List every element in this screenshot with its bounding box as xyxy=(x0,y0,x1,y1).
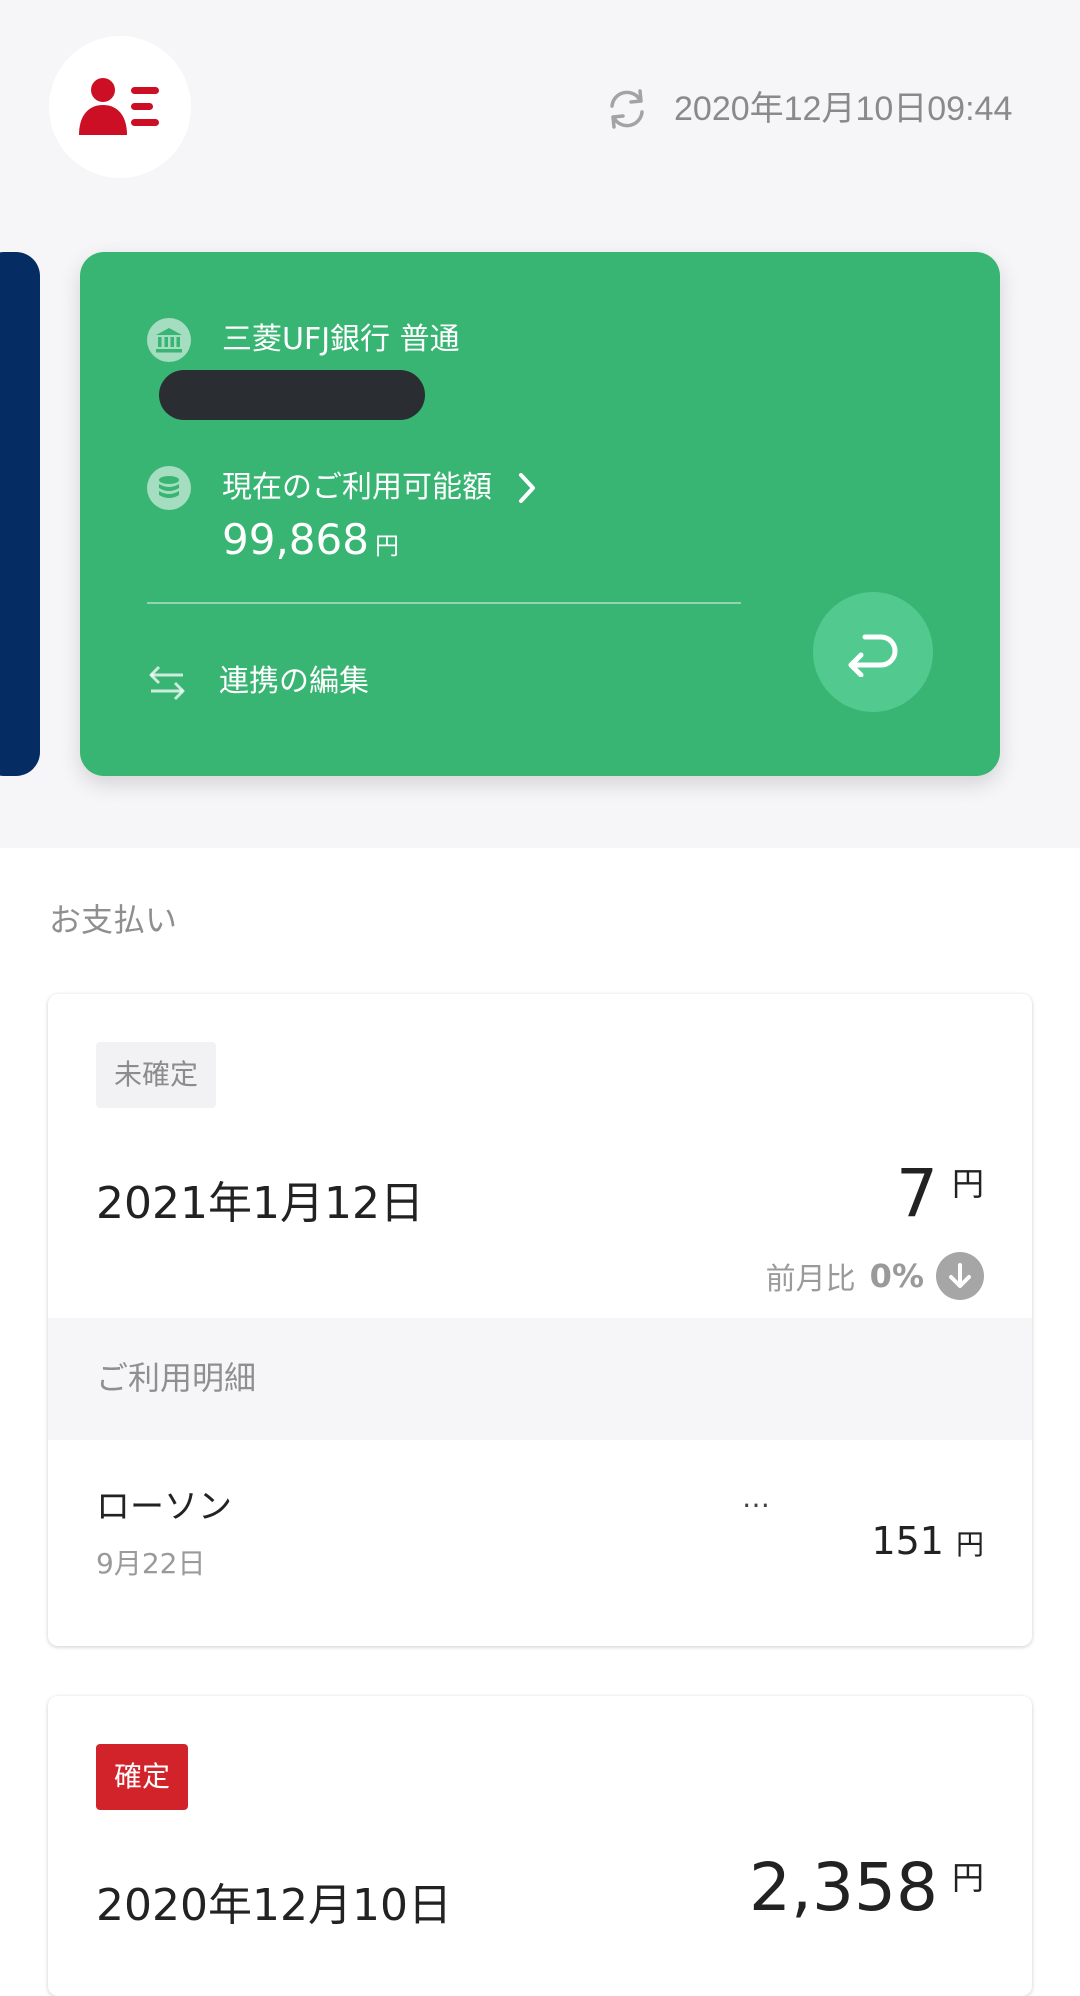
bank-account-name: 三菱UFJ銀行 普通 xyxy=(222,322,460,357)
transaction-date: 9月22日 xyxy=(96,1547,206,1580)
usage-details-label: ご利用明細 xyxy=(96,1359,257,1397)
edit-link-label: 連携の編集 xyxy=(219,664,369,699)
payment-amount-unit: 円 xyxy=(951,1859,984,1897)
return-arrow-icon xyxy=(848,634,898,677)
available-balance-amount: 99,868 円 xyxy=(222,514,399,566)
usage-details-header: ご利用明細 xyxy=(48,1318,1032,1440)
bank-account-card[interactable]: 三菱UFJ銀行 普通 現在のご利用可能額 99,868 円 連携の編集 xyxy=(80,252,1000,776)
arrow-down-icon xyxy=(936,1252,984,1300)
status-badge-confirmed: 確定 xyxy=(96,1744,189,1810)
return-button[interactable] xyxy=(813,592,933,712)
more-options-icon[interactable]: … xyxy=(742,1478,770,1518)
available-balance-link[interactable]: 現在のご利用可能額 xyxy=(222,466,538,510)
account-carousel-area: 2020年12月10日09:44 三菱UFJ銀行 普通 現在のご利用可能額 99… xyxy=(0,0,1080,848)
edit-link-button[interactable]: 連携の編集 xyxy=(147,660,369,704)
transaction-amount-unit: 円 xyxy=(955,1528,984,1561)
payment-amount-value: 7 xyxy=(895,1155,938,1232)
profile-menu-button[interactable] xyxy=(49,36,191,178)
payment-card-confirmed[interactable]: 確定 2020年12月10日 2,358 円 xyxy=(48,1696,1032,1996)
payment-amount-unit: 円 xyxy=(951,1165,984,1203)
coins-icon xyxy=(147,466,191,510)
currency-unit: 円 xyxy=(374,532,399,560)
transaction-row[interactable]: ローソン 9月22日 … 151 円 xyxy=(48,1440,1032,1646)
available-balance-value: 99,868 xyxy=(222,515,369,564)
previous-account-card[interactable] xyxy=(0,252,40,776)
payment-amount: 2,358 円 xyxy=(749,1848,984,1928)
masked-account-number xyxy=(159,370,425,420)
month-comparison-label: 前月比 xyxy=(765,1262,856,1297)
chevron-right-icon xyxy=(519,473,535,503)
month-comparison: 前月比 0% xyxy=(766,1252,984,1300)
card-divider xyxy=(147,602,741,604)
payment-amount-value: 2,358 xyxy=(749,1849,938,1926)
transaction-amount-value: 151 xyxy=(871,1519,944,1563)
transaction-merchant: ローソン xyxy=(96,1487,232,1527)
payment-date: 2021年1月12日 xyxy=(96,1178,424,1229)
payment-card-pending[interactable]: 未確定 2021年1月12日 7円 前月比 0% ご利用明細 ローソン 9月22… xyxy=(48,994,1032,1646)
profile-list-icon xyxy=(79,78,159,135)
month-comparison-value: 0% xyxy=(869,1257,924,1295)
swap-arrows-icon xyxy=(149,665,185,701)
payment-date: 2020年12月10日 xyxy=(96,1880,452,1931)
sync-icon[interactable] xyxy=(604,86,650,132)
last-updated-timestamp: 2020年12月10日09:44 xyxy=(674,90,1013,128)
available-balance-label: 現在のご利用可能額 xyxy=(222,470,492,505)
transaction-amount: 151 円 xyxy=(871,1516,984,1566)
bank-icon xyxy=(147,318,191,362)
status-badge-pending: 未確定 xyxy=(96,1042,217,1108)
payments-section-title: お支払い xyxy=(49,901,178,939)
payment-amount: 7円 xyxy=(896,1154,984,1234)
